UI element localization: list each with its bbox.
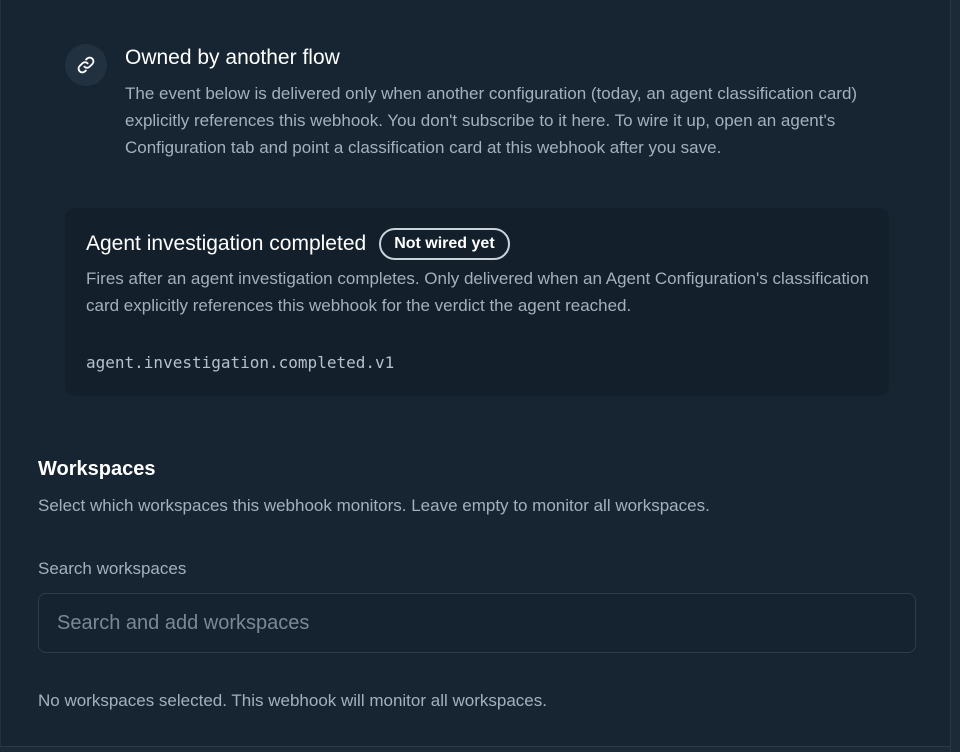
scrollbar[interactable]	[950, 0, 960, 752]
workspaces-heading: Workspaces	[38, 458, 156, 480]
link-icon	[65, 44, 107, 86]
search-workspaces-label: Search workspaces	[38, 559, 187, 578]
webhook-settings-panel: Owned by another flow The event below is…	[0, 0, 950, 746]
owned-flow-description: The event below is delivered only when a…	[125, 84, 858, 157]
workspaces-description: Select which workspaces this webhook mon…	[38, 496, 710, 515]
event-title: Agent investigation completed	[86, 232, 367, 255]
panel-bottom-edge	[0, 746, 950, 752]
no-workspaces-message: No workspaces selected. This webhook wil…	[38, 691, 547, 710]
event-type-code: agent.investigation.completed.v1	[86, 353, 395, 372]
event-header: Agent investigation completed Not wired …	[86, 228, 510, 260]
owned-flow-title: Owned by another flow	[125, 46, 340, 69]
status-badge: Not wired yet	[379, 228, 510, 260]
search-workspaces-input[interactable]	[38, 593, 916, 653]
event-card: Agent investigation completed Not wired …	[65, 208, 889, 396]
event-description: Fires after an agent investigation compl…	[86, 269, 869, 315]
